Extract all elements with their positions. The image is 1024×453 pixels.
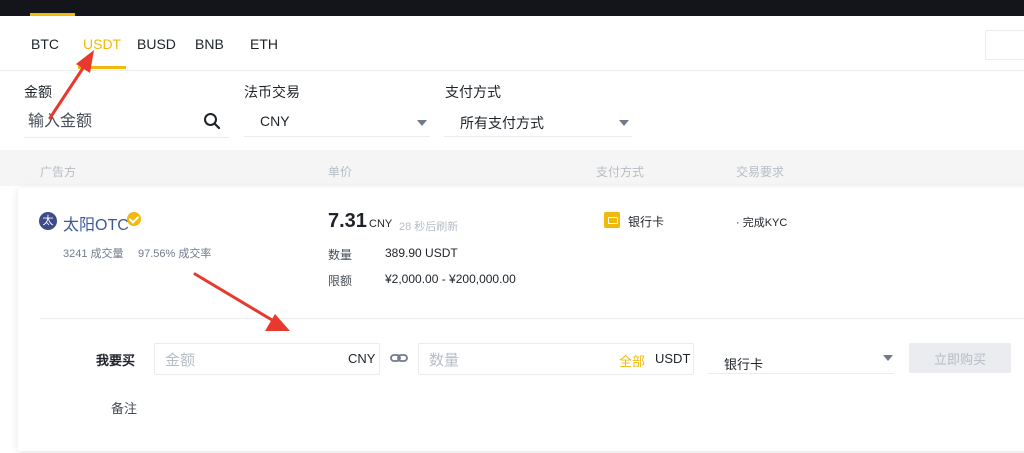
search-icon[interactable] [203, 112, 221, 130]
tab-busd[interactable]: BUSD [137, 36, 176, 52]
tab-eth[interactable]: ETH [250, 36, 278, 52]
verified-badge-icon [127, 212, 141, 226]
fiat-filter-label: 法币交易 [244, 84, 300, 100]
payment-method-select-value: 所有支付方式 [460, 115, 544, 131]
buy-quantity-currency: USDT [655, 351, 691, 366]
bank-card-icon [604, 212, 620, 228]
avatar: 太 [39, 212, 57, 230]
remark-label: 备注 [111, 401, 138, 416]
buy-label: 我要买 [96, 353, 136, 368]
unit-price: 7.31 [328, 210, 367, 232]
order-count: 3241 成交量 [63, 248, 124, 260]
buy-payment-select[interactable]: 银行卡 [708, 343, 894, 374]
tab-usdt[interactable]: USDT [83, 36, 121, 52]
fiat-select-value: CNY [260, 113, 290, 129]
quantity-label: 数量 [328, 248, 353, 262]
header-advertiser: 广告方 [40, 165, 77, 179]
advert-card [18, 188, 1024, 451]
link-icon [390, 354, 408, 362]
active-tab-indicator [78, 66, 126, 69]
chevron-down-icon [619, 120, 629, 126]
buy-amount-currency: CNY [348, 351, 376, 366]
header-price: 单价 [328, 165, 353, 179]
amount-filter-label: 金额 [24, 84, 52, 100]
header-payment: 支付方式 [596, 165, 645, 179]
quantity-value: 389.90 USDT [385, 246, 458, 260]
all-button[interactable]: 全部 [619, 351, 645, 370]
buy-quantity-input[interactable] [427, 348, 601, 372]
completion-rate: 97.56% 成交率 [138, 248, 212, 260]
card-divider [40, 318, 1024, 319]
chevron-down-icon [417, 120, 427, 126]
fiat-select[interactable]: CNY [244, 108, 430, 137]
amount-filter-input[interactable] [24, 108, 204, 136]
limit-value: ¥2,000.00 - ¥200,000.00 [385, 272, 516, 286]
buy-payment-select-value: 银行卡 [724, 357, 764, 372]
payment-filter-label: 支付方式 [445, 84, 501, 100]
payment-method-text: 银行卡 [628, 215, 665, 229]
refresh-countdown: 28 秒后刷新 [399, 221, 459, 233]
payment-method-select[interactable]: 所有支付方式 [444, 108, 632, 137]
right-control-box[interactable] [985, 30, 1024, 60]
amount-filter-underline [24, 137, 229, 138]
trade-requirement: · 完成KYC [736, 217, 788, 229]
table-header [0, 150, 1024, 186]
header-requirement: 交易要求 [736, 165, 785, 179]
tab-bnb[interactable]: BNB [195, 36, 224, 52]
buy-quantity-field[interactable]: 全部 USDT [418, 343, 694, 375]
limit-label: 限额 [328, 274, 353, 288]
chevron-down-icon [883, 355, 893, 361]
tab-btc[interactable]: BTC [31, 36, 59, 52]
buy-amount-field[interactable]: CNY [154, 343, 380, 375]
advertiser-name[interactable]: 太阳OTC [63, 211, 129, 235]
top-navigation-bar [0, 0, 1024, 16]
price-currency: CNY [369, 218, 393, 230]
buy-now-button[interactable]: 立即购买 [909, 343, 1011, 373]
buy-amount-input[interactable] [163, 348, 337, 372]
